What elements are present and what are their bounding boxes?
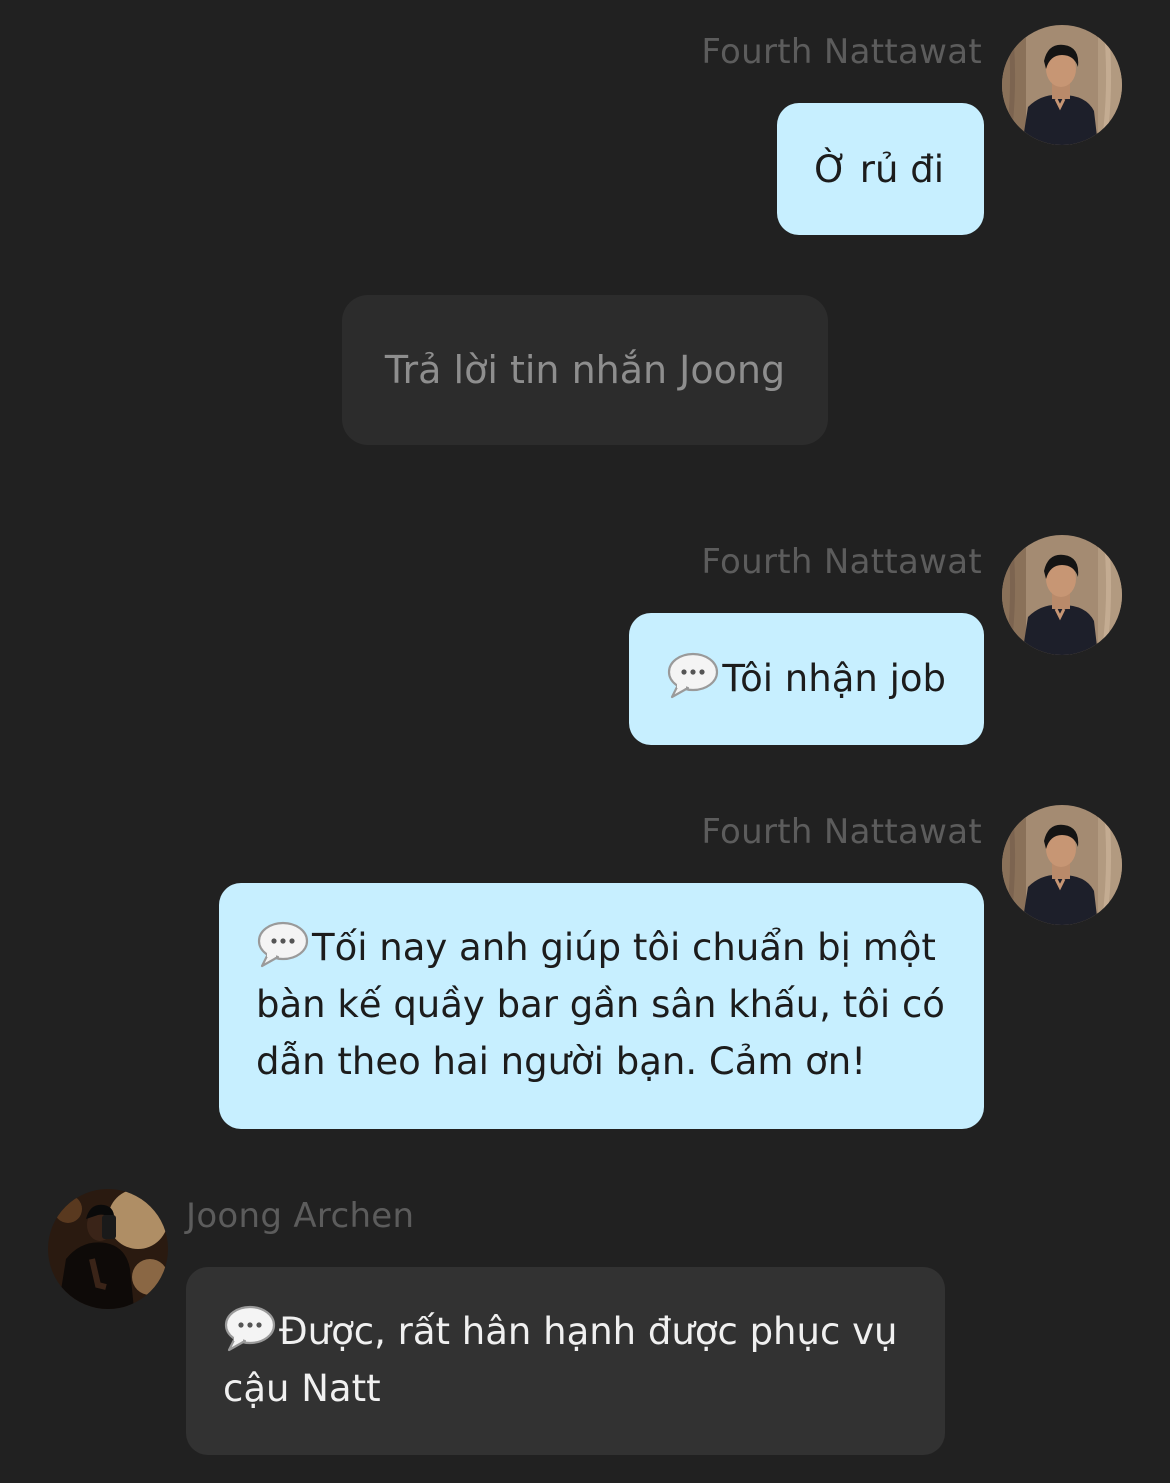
avatar[interactable] <box>1002 535 1122 655</box>
message-text: Ờ rủ đi <box>814 148 944 191</box>
avatar-image <box>48 1189 168 1309</box>
avatar-image <box>1002 25 1122 145</box>
avatar-image <box>1002 805 1122 925</box>
speech-bubble-icon <box>256 920 310 968</box>
avatar-image <box>1002 535 1122 655</box>
message-text: Được, rất hân hạnh được phục vụ cậu Natt <box>223 1310 898 1410</box>
sender-name: Joong Archen <box>186 1196 415 1236</box>
sender-name: Fourth Nattawat <box>701 542 982 582</box>
message-bubble[interactable]: Tối nay anh giúp tôi chuẩn bị một bàn kế… <box>219 883 984 1129</box>
reply-prompt-button[interactable]: Trả lời tin nhắn Joong <box>342 295 828 445</box>
avatar[interactable] <box>1002 25 1122 145</box>
avatar[interactable] <box>48 1189 168 1309</box>
sender-name: Fourth Nattawat <box>701 812 982 852</box>
message-text: Tôi nhận job <box>722 657 946 700</box>
message-bubble[interactable]: Được, rất hân hạnh được phục vụ cậu Natt <box>186 1267 945 1455</box>
reply-prompt-label: Trả lời tin nhắn Joong <box>384 348 786 392</box>
speech-bubble-icon <box>666 651 720 699</box>
message-text: Tối nay anh giúp tôi chuẩn bị một bàn kế… <box>256 926 945 1083</box>
avatar[interactable] <box>1002 805 1122 925</box>
message-bubble[interactable]: Ờ rủ đi <box>777 103 984 235</box>
sender-name: Fourth Nattawat <box>701 32 982 72</box>
speech-bubble-icon <box>223 1304 277 1352</box>
message-bubble[interactable]: Tôi nhận job <box>629 613 984 745</box>
